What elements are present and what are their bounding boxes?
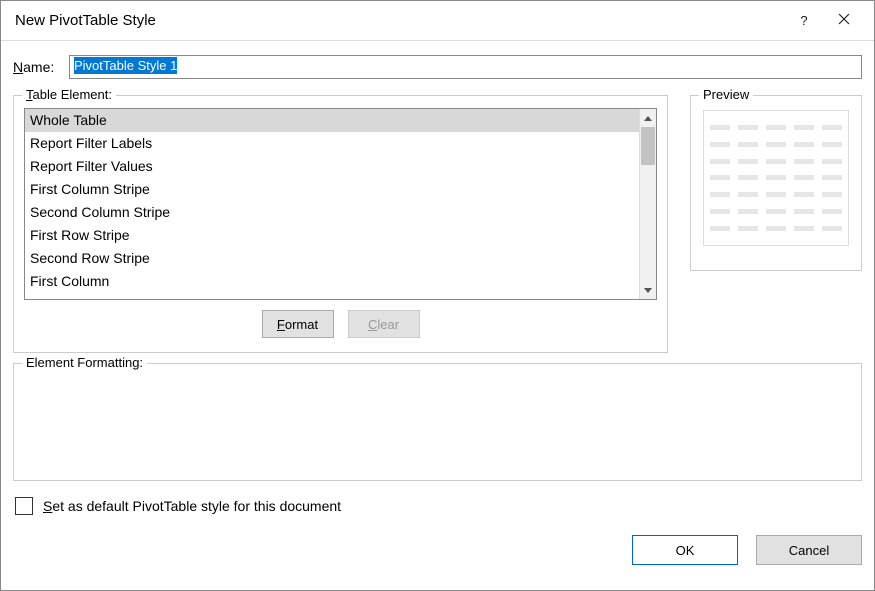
element-formatting-label: Element Formatting: <box>22 355 147 370</box>
ok-button[interactable]: OK <box>632 535 738 565</box>
preview-row <box>710 226 842 231</box>
preview-cell <box>822 125 842 130</box>
preview-cell <box>822 209 842 214</box>
preview-cell <box>738 142 758 147</box>
table-element-label: Table Element: <box>22 87 116 102</box>
preview-row <box>710 192 842 197</box>
preview-cell <box>766 125 786 130</box>
close-icon <box>838 13 850 28</box>
name-row: Name: PivotTable Style 1 <box>13 55 862 79</box>
element-formatting-group: Element Formatting: <box>13 363 862 481</box>
preview-cell <box>766 226 786 231</box>
preview-cell <box>822 192 842 197</box>
preview-cell <box>822 142 842 147</box>
preview-cell <box>794 209 814 214</box>
preview-cell <box>766 142 786 147</box>
list-item[interactable]: Second Row Stripe <box>25 247 639 270</box>
preview-cell <box>822 175 842 180</box>
list-item[interactable]: Report Filter Values <box>25 155 639 178</box>
clear-button: Clear <box>348 310 420 338</box>
preview-cell <box>738 125 758 130</box>
format-button-row: Format Clear <box>24 310 657 338</box>
preview-row <box>710 159 842 164</box>
preview-label: Preview <box>699 87 753 102</box>
help-button[interactable]: ? <box>784 5 824 37</box>
name-input[interactable]: PivotTable Style 1 <box>69 55 862 79</box>
scroll-thumb[interactable] <box>641 127 655 165</box>
preview-cell <box>710 159 730 164</box>
help-icon: ? <box>800 13 807 28</box>
preview-cell <box>710 192 730 197</box>
preview-cell <box>738 159 758 164</box>
scroll-down-icon[interactable] <box>640 281 656 299</box>
preview-cell <box>794 226 814 231</box>
table-element-group: Table Element: Whole Table Report Filter… <box>13 95 668 353</box>
list-item[interactable]: First Column Stripe <box>25 178 639 201</box>
preview-cell <box>794 175 814 180</box>
preview-cell <box>738 226 758 231</box>
scrollbar[interactable] <box>639 109 656 299</box>
dialog-body: Name: PivotTable Style 1 Table Element: … <box>1 41 874 525</box>
preview-cell <box>710 125 730 130</box>
preview-cell <box>822 226 842 231</box>
scroll-up-icon[interactable] <box>640 109 656 127</box>
default-checkbox-row: Set as default PivotTable style for this… <box>13 497 862 515</box>
preview-cell <box>766 175 786 180</box>
preview-row <box>710 209 842 214</box>
titlebar: New PivotTable Style ? <box>1 1 874 41</box>
close-button[interactable] <box>824 5 864 37</box>
format-button[interactable]: Format <box>262 310 334 338</box>
list-item[interactable]: Whole Table <box>25 109 639 132</box>
scroll-track[interactable] <box>640 127 656 281</box>
preview-cell <box>710 175 730 180</box>
list-item[interactable]: Header Row <box>25 293 639 299</box>
preview-cell <box>710 226 730 231</box>
preview-cell <box>794 142 814 147</box>
preview-cell <box>822 159 842 164</box>
preview-cell <box>738 192 758 197</box>
preview-cell <box>794 159 814 164</box>
preview-box <box>703 110 849 246</box>
name-value-selected: PivotTable Style 1 <box>74 57 177 74</box>
default-checkbox[interactable] <box>15 497 33 515</box>
default-checkbox-label: Set as default PivotTable style for this… <box>43 498 341 514</box>
dialog-title: New PivotTable Style <box>15 12 784 29</box>
preview-cell <box>738 175 758 180</box>
list-item[interactable]: Second Column Stripe <box>25 201 639 224</box>
preview-cell <box>710 142 730 147</box>
preview-cell <box>766 192 786 197</box>
list-item[interactable]: First Column <box>25 270 639 293</box>
table-element-listbox[interactable]: Whole Table Report Filter Labels Report … <box>24 108 657 300</box>
list-items: Whole Table Report Filter Labels Report … <box>25 109 639 299</box>
preview-row <box>710 125 842 130</box>
preview-group: Preview <box>690 95 862 271</box>
preview-row <box>710 142 842 147</box>
footer: OK Cancel <box>1 525 874 577</box>
preview-cell <box>794 125 814 130</box>
preview-cell <box>766 209 786 214</box>
preview-cell <box>766 159 786 164</box>
preview-cell <box>794 192 814 197</box>
name-label: Name: <box>13 59 69 75</box>
preview-row <box>710 175 842 180</box>
preview-cell <box>738 209 758 214</box>
list-item[interactable]: First Row Stripe <box>25 224 639 247</box>
list-item[interactable]: Report Filter Labels <box>25 132 639 155</box>
preview-cell <box>710 209 730 214</box>
cancel-button[interactable]: Cancel <box>756 535 862 565</box>
